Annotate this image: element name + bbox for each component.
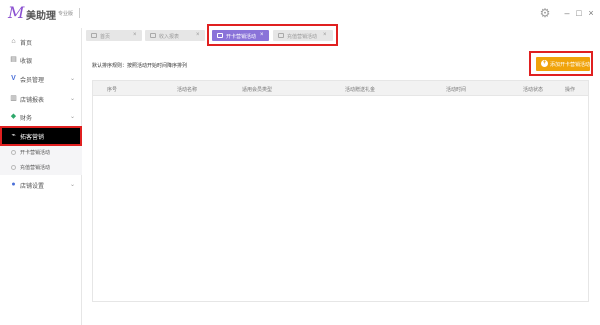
bullet-icon — [11, 150, 16, 155]
sidebar-item-label: 店铺设置 — [20, 184, 45, 190]
sidebar-item-cashier[interactable]: ▤ 收银 — [0, 52, 82, 68]
chevron-down-icon: ⌄ — [70, 76, 76, 82]
sidebar-item-label: 财务 — [20, 116, 33, 122]
chevron-down-icon: ⌄ — [70, 182, 76, 188]
tab-label: 充值营销活动 — [287, 34, 318, 40]
sidebar-item-reports[interactable]: ▥ 店铺报表 ⌄ — [0, 91, 82, 107]
column-header: 序号 — [107, 87, 118, 93]
close-button[interactable]: × — [586, 7, 596, 19]
sidebar-item-label: 拓客营销 — [20, 135, 45, 141]
sidebar-item-label: 会员管理 — [20, 78, 45, 84]
sidebar-subitem-card-campaign[interactable]: 开卡营销活动 — [0, 145, 82, 160]
tab-label: 开卡营销活动 — [226, 34, 257, 40]
sidebar-item-finance[interactable]: ◆ 财务 ⌄ — [0, 109, 82, 125]
column-header: 活动时间 — [446, 87, 467, 93]
tab-home[interactable]: 首页 × — [86, 30, 142, 41]
column-header: 活动赠送礼金 — [345, 87, 376, 93]
column-header: 适用会员类型 — [242, 87, 273, 93]
gear-icon[interactable]: ⚙ — [538, 6, 552, 20]
sidebar-subitem-label: 开卡营销活动 — [20, 150, 51, 156]
campaign-table: 序号 活动名称 适用会员类型 活动赠送礼金 活动时间 活动状态 操作 — [92, 80, 589, 302]
tab-income-report[interactable]: 收入报表 × — [145, 30, 205, 41]
table-header: 序号 活动名称 适用会员类型 活动赠送礼金 活动时间 活动状态 操作 — [93, 81, 588, 96]
column-header: 活动状态 — [523, 87, 544, 93]
sidebar-item-store-settings[interactable]: ● 店铺设置 ⌄ — [0, 177, 82, 193]
settings-icon: ● — [11, 181, 16, 188]
plus-icon: + — [541, 60, 548, 67]
tab-label: 收入报表 — [159, 34, 180, 40]
sidebar-subitem-recharge-campaign[interactable]: 充值营销活动 — [0, 160, 82, 175]
chevron-down-icon: ⌄ — [70, 96, 76, 102]
cashier-icon: ▤ — [10, 56, 17, 63]
bullet-icon — [11, 165, 16, 170]
page-icon — [278, 33, 284, 38]
minimize-button[interactable]: – — [562, 7, 572, 19]
sidebar-item-label: 收银 — [20, 59, 33, 65]
chevron-down-icon: ⌄ — [70, 114, 76, 120]
maximize-button[interactable]: □ — [574, 7, 584, 19]
close-icon[interactable]: × — [323, 32, 327, 38]
tab-recharge-campaign[interactable]: 充值营销活动 × — [273, 30, 333, 41]
page-icon — [217, 33, 223, 38]
sidebar-subitem-label: 充值营销活动 — [20, 165, 51, 171]
report-icon: ▥ — [10, 95, 17, 102]
tab-card-campaign[interactable]: 开卡营销活动 × — [212, 30, 269, 41]
add-card-campaign-button[interactable]: + 添加开卡营销活动 — [536, 57, 590, 71]
sidebar-item-members[interactable]: V 会员管理 ⌄ — [0, 71, 82, 87]
close-icon[interactable]: × — [196, 32, 200, 38]
sidebar-item-label: 首页 — [20, 41, 33, 47]
marketing-icon: ⌁ — [11, 132, 16, 139]
app-name: 美助理 — [26, 11, 56, 22]
close-icon[interactable]: × — [133, 32, 137, 38]
column-header: 活动名称 — [177, 87, 198, 93]
title-bar: M 美助理 专业版 ⚙ – □ × — [0, 0, 600, 28]
close-icon[interactable]: × — [260, 32, 264, 38]
add-button-label: 添加开卡营销活动 — [550, 62, 591, 68]
sidebar-item-home[interactable]: ⌂ 首页 — [0, 34, 82, 50]
column-header: 操作 — [565, 87, 576, 93]
page-icon — [91, 33, 97, 38]
page-icon — [150, 33, 156, 38]
sort-rule-text: 默认排序规则：按照活动开始时间降序排列 — [92, 63, 188, 69]
app-logo: M — [8, 3, 25, 22]
finance-icon: ◆ — [10, 113, 17, 120]
tab-label: 首页 — [100, 34, 111, 40]
home-icon: ⌂ — [11, 38, 16, 45]
vip-icon: V — [11, 75, 16, 82]
app-edition: 专业版 — [58, 11, 74, 17]
title-divider — [79, 8, 80, 18]
sidebar-item-marketing[interactable]: ⌁ 拓客营销 — [0, 128, 82, 144]
sidebar-item-label: 店铺报表 — [20, 98, 45, 104]
